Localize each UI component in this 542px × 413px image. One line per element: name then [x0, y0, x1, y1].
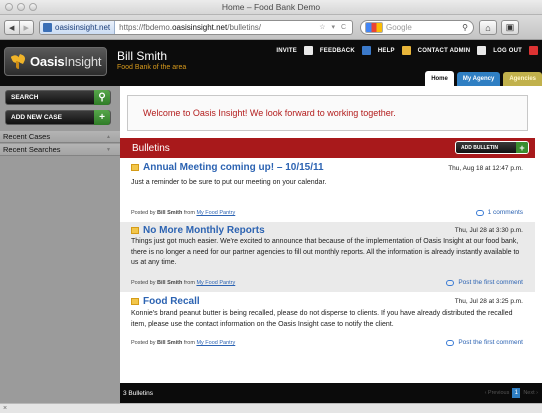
status-bar: × — [0, 403, 542, 413]
bulletin-count: 3 Bulletins — [123, 389, 153, 397]
comment-bubble-icon — [446, 279, 455, 286]
tab-my-agency[interactable]: My Agency — [456, 72, 501, 86]
comment-bubble-icon — [446, 339, 455, 346]
envelope-icon — [131, 298, 139, 305]
author-name: Bill Smith — [157, 340, 183, 346]
bulletin-date: Thu, Aug 18 at 12:47 p.m. — [448, 165, 523, 172]
main-tabs: Home My Agency Agencies — [422, 70, 542, 86]
forward-button[interactable]: ▶ — [18, 21, 34, 34]
add-new-case-label: ADD NEW CASE — [11, 114, 62, 121]
favicon-icon — [43, 23, 52, 32]
home-button[interactable]: ⌂ — [479, 20, 497, 35]
feedback-icon — [361, 46, 371, 55]
plus-icon: + — [516, 142, 528, 153]
tab-agencies[interactable]: Agencies — [503, 72, 542, 86]
oasis-logo[interactable]: OasisInsight — [4, 47, 107, 76]
palm-icon — [10, 53, 27, 69]
plus-icon: + — [94, 110, 110, 125]
nav-buttons: ◀ ▶ — [4, 20, 34, 35]
envelope-icon — [131, 227, 139, 234]
bulletin-item: No More Monthly Reports Thu, Jul 28 at 3… — [120, 222, 535, 292]
logo-text: OasisInsight — [30, 54, 102, 69]
recent-searches-label: Recent Searches — [3, 145, 61, 154]
site-identity-label: oasisinsight.net — [55, 23, 111, 32]
author-name: Bill Smith — [157, 280, 183, 286]
chevron-up-icon: ▲ — [106, 133, 111, 140]
bulletins-header: Bulletins ADD BULLETIN + — [120, 138, 535, 158]
search-icon: ⚲ — [94, 90, 110, 105]
bulletin-footer: Posted by Bill Smith from My Food Pantry — [131, 210, 236, 216]
main-content: Welcome to Oasis Insight! We look forwar… — [120, 86, 542, 403]
add-new-case-button[interactable]: ADD NEW CASE + — [5, 110, 111, 125]
bookmark-star-icon[interactable]: ☆ ▾ C — [319, 23, 348, 31]
window-title: Home – Food Bank Demo — [221, 2, 321, 12]
bulletin-body: Konnie's brand peanut butter is being re… — [131, 310, 513, 328]
bulletin-date: Thu, Jul 28 at 3:25 p.m. — [454, 298, 523, 305]
url-path: /bulletins/ — [227, 23, 262, 32]
bulletins-title: Bulletins — [132, 142, 170, 154]
sidebar-item-recent-searches[interactable]: Recent Searches ▼ — [0, 144, 120, 156]
invite-icon — [303, 46, 313, 55]
help-link[interactable]: HELP — [378, 48, 395, 54]
search-placeholder: Google — [386, 23, 412, 32]
top-links: INVITE FEEDBACK HELP CONTACT ADMIN LOG O… — [276, 46, 538, 55]
chevron-down-icon: ▼ — [106, 146, 111, 153]
tab-home[interactable]: Home — [425, 71, 454, 86]
site-identity-button[interactable]: oasisinsight.net — [40, 21, 116, 34]
add-bulletin-label: ADD BULLETIN — [461, 144, 498, 151]
address-bar[interactable]: oasisinsight.net https://fbdemo.oasisins… — [39, 20, 353, 35]
search-engine-icon[interactable] — [365, 22, 383, 33]
bulletin-title[interactable]: No More Monthly Reports — [131, 225, 265, 236]
url-domain: oasisinsight.net — [172, 23, 228, 32]
logout-link[interactable]: LOG OUT — [493, 48, 522, 54]
envelope-icon — [131, 164, 139, 171]
previous-page-link[interactable]: ‹ Previous — [485, 390, 510, 396]
help-icon — [401, 46, 411, 55]
bulletin-footer: Posted by Bill Smith from My Food Pantry — [131, 340, 236, 346]
window-titlebar: Home – Food Bank Demo — [0, 0, 542, 15]
bulletins-footer: 3 Bulletins ‹ Previous 1 Next › — [120, 383, 542, 403]
magnifier-icon[interactable]: ⚲ — [462, 23, 468, 32]
bulletin-body: Things just got much easier. We're excit… — [131, 238, 520, 267]
bulletin-footer: Posted by Bill Smith from My Food Pantry — [131, 280, 236, 286]
app-header: OasisInsight Bill Smith Food Bank of the… — [0, 40, 542, 86]
sidebar: SEARCH ⚲ ADD NEW CASE + Recent Cases ▲ R… — [0, 86, 120, 403]
bulletin-title[interactable]: Food Recall — [131, 296, 200, 307]
current-page[interactable]: 1 — [512, 388, 521, 398]
search-button-label: SEARCH — [11, 94, 39, 101]
user-name: Bill Smith — [117, 49, 168, 63]
bulletin-item: Food Recall Thu, Jul 28 at 3:25 p.m. Kon… — [120, 292, 535, 358]
comments-link[interactable]: 1 comments — [475, 209, 523, 216]
logout-icon — [529, 46, 538, 55]
next-page-link[interactable]: Next › — [523, 390, 538, 396]
contact-admin-icon — [477, 46, 487, 55]
add-bulletin-button[interactable]: ADD BULLETIN + — [455, 141, 529, 154]
browser-toolbar: ◀ ▶ oasisinsight.net https://fbdemo.oasi… — [0, 15, 542, 40]
contact-admin-link[interactable]: CONTACT ADMIN — [418, 48, 471, 54]
recent-cases-label: Recent Cases — [3, 132, 51, 141]
bulletin-title[interactable]: Annual Meeting coming up! – 10/15/11 — [131, 162, 324, 173]
author-name: Bill Smith — [157, 210, 183, 216]
user-org: Food Bank of the area — [117, 64, 187, 71]
comment-bubble-icon — [475, 209, 484, 216]
comments-link[interactable]: Post the first comment — [446, 339, 523, 346]
sidebar-item-recent-cases[interactable]: Recent Cases ▲ — [0, 131, 120, 143]
org-link[interactable]: My Food Pantry — [196, 280, 235, 286]
welcome-message: Welcome to Oasis Insight! We look forwar… — [127, 95, 528, 131]
toolbar-extra-button[interactable]: ▣ — [501, 20, 519, 35]
url-text[interactable]: https://fbdemo.oasisinsight.net/bulletin… — [115, 23, 261, 32]
bulletin-item: Annual Meeting coming up! – 10/15/11 Thu… — [120, 158, 535, 222]
bulletin-date: Thu, Jul 28 at 3:30 p.m. — [454, 227, 523, 234]
search-button[interactable]: SEARCH ⚲ — [5, 90, 111, 105]
url-prefix: https://fbdemo. — [119, 23, 173, 32]
back-button[interactable]: ◀ — [5, 21, 19, 34]
org-link[interactable]: My Food Pantry — [196, 340, 235, 346]
org-link[interactable]: My Food Pantry — [196, 210, 235, 216]
invite-link[interactable]: INVITE — [276, 48, 297, 54]
search-input[interactable]: Google ⚲ — [360, 20, 474, 35]
bulletin-body: Just a reminder to be sure to put our me… — [131, 179, 327, 186]
feedback-link[interactable]: FEEDBACK — [320, 48, 355, 54]
pagination: ‹ Previous 1 Next › — [485, 388, 538, 398]
comments-link[interactable]: Post the first comment — [446, 279, 523, 286]
